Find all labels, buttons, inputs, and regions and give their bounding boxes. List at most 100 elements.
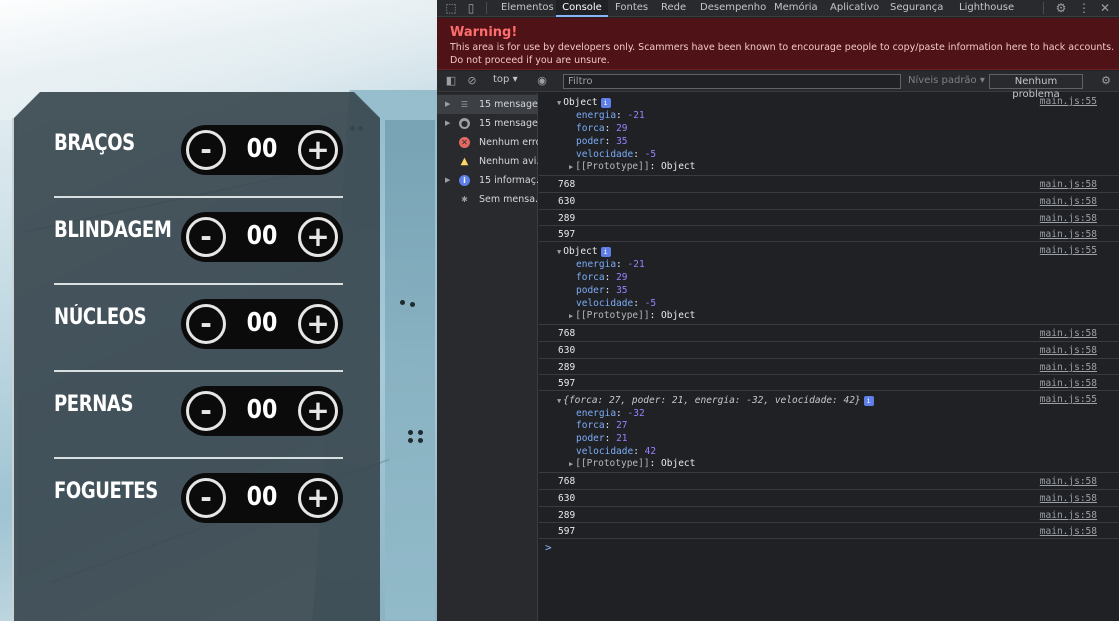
clear-console-icon[interactable]: ⊘: [464, 73, 480, 89]
sidebar-item-warnings[interactable]: ▲ Nenhum avi...: [437, 152, 538, 171]
decrement-button[interactable]: -: [186, 304, 226, 344]
property-value: 42: [644, 446, 657, 457]
decrement-button[interactable]: -: [186, 391, 226, 431]
decrement-button[interactable]: -: [186, 478, 226, 518]
background-rivet: [408, 438, 413, 443]
tab-elementos[interactable]: Elementos: [499, 0, 556, 17]
object-prototype[interactable]: ▶ [[Prototype]]: Object: [569, 310, 695, 321]
console-log-object[interactable]: ▼ Object i energia: -21 forca: 29 poder: 3…: [539, 242, 1119, 325]
console-prompt[interactable]: >: [545, 541, 552, 554]
increment-button[interactable]: +: [298, 130, 338, 170]
sidebar-item-errors[interactable]: ✕ Nenhum erro: [437, 133, 538, 152]
chevron-right-icon: ▶: [569, 312, 574, 320]
tab-console[interactable]: Console: [556, 0, 608, 17]
source-link[interactable]: main.js:58: [1040, 493, 1097, 504]
warning-title: Warning!: [450, 25, 518, 40]
chevron-down-icon: ▾: [512, 74, 518, 85]
filter-input[interactable]: Filtro: [563, 74, 901, 89]
tab-seguranca[interactable]: Segurança: [888, 0, 945, 17]
close-icon[interactable]: ✕: [1097, 0, 1113, 16]
tab-lighthouse[interactable]: Lighthouse: [957, 0, 1016, 17]
object-prototype[interactable]: ▶ [[Prototype]]: Object: [569, 161, 695, 172]
source-link[interactable]: main.js:58: [1040, 328, 1097, 339]
row-label: BRAÇOS: [54, 131, 135, 156]
sidebar-item-label: 15 mensage...: [479, 99, 538, 110]
sidebar-item-verbose[interactable]: ✱ Sem mensa...: [437, 190, 538, 209]
console-log-object[interactable]: ▼ {forca: 27, poder: 21, energia: -32, ve…: [539, 391, 1119, 473]
source-link[interactable]: main.js:58: [1040, 526, 1097, 537]
chevron-down-icon: ▼: [557, 397, 562, 405]
property-value: -32: [627, 408, 645, 419]
bug-icon: ✱: [461, 195, 468, 204]
gear-icon[interactable]: ⚙: [1053, 0, 1069, 16]
object-summary: Object: [563, 97, 598, 108]
eye-icon[interactable]: ◉: [534, 73, 550, 89]
gear-icon[interactable]: ⚙: [1098, 73, 1114, 89]
sidebar-item-info[interactable]: ▶ i 15 informaç...: [437, 171, 538, 190]
game-page: BRAÇOS - 00 + BLINDAGEM - 00 + NÚCLEOS -…: [0, 0, 437, 621]
console-log-object[interactable]: ▼ Object i energia: -21 forca: 29 poder: 3…: [539, 93, 1119, 176]
quantity-stepper: - 00 +: [181, 473, 343, 523]
more-options-icon[interactable]: ⋮: [1076, 0, 1092, 16]
chevron-right-icon: ▶: [569, 163, 574, 171]
source-link[interactable]: main.js:55: [1040, 394, 1097, 405]
object-property: forca: 27: [576, 420, 628, 431]
increment-button[interactable]: +: [298, 478, 338, 518]
quantity-stepper: - 00 +: [181, 386, 343, 436]
source-link[interactable]: main.js:58: [1040, 378, 1097, 389]
sidebar-item-label: Sem mensa...: [479, 194, 538, 205]
user-icon: ●: [459, 118, 470, 129]
warning-banner: Warning! This area is for use by develop…: [437, 18, 1119, 70]
source-link[interactable]: main.js:58: [1040, 476, 1097, 487]
tab-memoria[interactable]: Memória: [772, 0, 820, 17]
quantity-stepper: - 00 +: [181, 212, 343, 262]
increment-button[interactable]: +: [298, 391, 338, 431]
console-log-number: 597 main.js:58: [539, 375, 1119, 391]
decrement-button[interactable]: -: [186, 130, 226, 170]
devtools-tabbar: ⬚ ▯ Elementos Console Fontes Rede Desemp…: [437, 0, 1119, 17]
increment-button[interactable]: +: [298, 304, 338, 344]
source-link[interactable]: main.js:58: [1040, 362, 1097, 373]
console-log-number: 768 main.js:58: [539, 176, 1119, 193]
info-icon: i: [600, 97, 611, 108]
source-link[interactable]: main.js:58: [1040, 510, 1097, 521]
object-prototype[interactable]: ▶ [[Prototype]]: Object: [569, 458, 695, 469]
increment-button[interactable]: +: [298, 217, 338, 257]
row-label: BLINDAGEM: [54, 218, 172, 243]
object-property: poder: 21: [576, 433, 628, 444]
tab-desempenho[interactable]: Desempenho: [698, 0, 768, 17]
issues-button[interactable]: Nenhum problema: [989, 74, 1083, 100]
console-log-number: 289 main.js:58: [539, 507, 1119, 523]
source-link[interactable]: main.js:58: [1040, 229, 1097, 240]
context-selector[interactable]: top ▾: [493, 74, 518, 85]
sidebar-toggle-icon[interactable]: ◧: [443, 73, 459, 89]
quantity-value: 00: [246, 134, 278, 164]
console-sidebar: ▶ ☰ 15 mensage... ▶ ● 15 mensage... ✕ Ne…: [437, 93, 538, 621]
tab-aplicativo[interactable]: Aplicativo: [828, 0, 881, 17]
property-value: 27: [616, 420, 628, 431]
sidebar-item-messages[interactable]: ▶ ☰ 15 mensage...: [437, 95, 538, 114]
source-link[interactable]: main.js:58: [1040, 179, 1097, 190]
console-log-number: 289 main.js:58: [539, 210, 1119, 226]
object-property: velocidade: -5: [576, 298, 657, 309]
source-link[interactable]: main.js:55: [1040, 245, 1097, 256]
log-levels-dropdown[interactable]: Níveis padrão ▾: [908, 75, 985, 86]
source-link[interactable]: main.js:58: [1040, 196, 1097, 207]
source-link[interactable]: main.js:58: [1040, 345, 1097, 356]
upgrade-row-pernas: PERNAS - 00 +: [54, 372, 343, 459]
sidebar-item-label: Nenhum erro: [479, 137, 538, 148]
row-label: PERNAS: [54, 392, 134, 417]
source-link[interactable]: main.js:58: [1040, 213, 1097, 224]
sidebar-item-user-messages[interactable]: ▶ ● 15 mensage...: [437, 114, 538, 133]
background-rivet: [408, 430, 413, 435]
tab-fontes[interactable]: Fontes: [613, 0, 650, 17]
row-label: FOGUETES: [54, 479, 158, 504]
tab-rede[interactable]: Rede: [659, 0, 688, 17]
context-label: top: [493, 74, 510, 85]
inspect-element-icon[interactable]: ⬚: [443, 0, 459, 16]
console-log-number: 630 main.js:58: [539, 342, 1119, 359]
device-toolbar-icon[interactable]: ▯: [463, 0, 479, 16]
decrement-button[interactable]: -: [186, 217, 226, 257]
info-icon: i: [459, 175, 470, 186]
source-link[interactable]: main.js:55: [1040, 96, 1097, 107]
